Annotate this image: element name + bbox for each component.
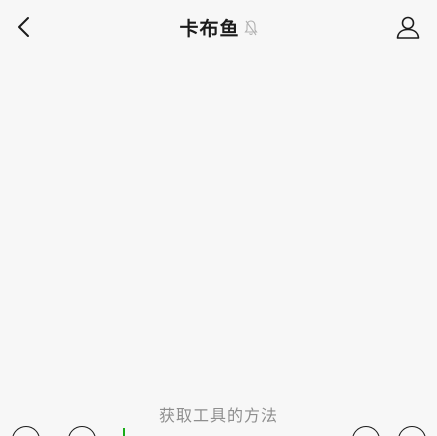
message-list[interactable] — [0, 54, 437, 394]
chat-header: 卡布鱼 — [0, 0, 437, 54]
chat-title: 卡布鱼 — [179, 18, 240, 40]
system-hint: 获取工具的方法 — [158, 406, 278, 425]
input-bar — [0, 424, 437, 436]
text-cursor — [123, 428, 125, 436]
profile-button[interactable] — [393, 12, 423, 42]
plus-icon[interactable] — [398, 426, 426, 436]
bell-off-icon — [243, 19, 258, 37]
voice-icon[interactable] — [12, 426, 40, 436]
emoji-icon[interactable] — [352, 426, 380, 436]
emoji-icon[interactable] — [68, 426, 96, 436]
person-icon — [396, 16, 420, 39]
title-group: 卡布鱼 — [0, 14, 437, 41]
chat-screen: 卡布鱼 获取工具的方法 — [0, 0, 437, 436]
